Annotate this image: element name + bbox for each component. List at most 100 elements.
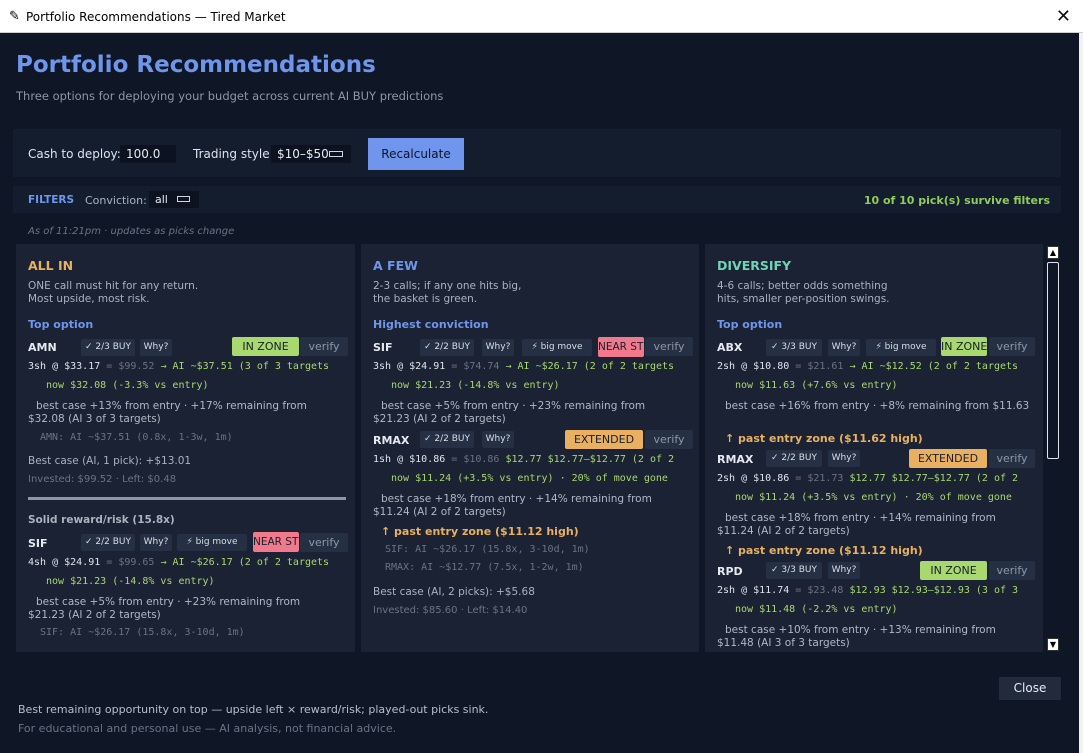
filters-label: FILTERS: [28, 194, 75, 206]
now-price: now $21.23 (-14.8% vs entry): [391, 380, 560, 391]
ai-detail: RMAX: AI ~$12.77 (7.5x, 1-2w, 1m): [385, 562, 584, 573]
buy-badge: ✓ 2/2 BUY: [81, 534, 135, 551]
shares-entry: 2sh @ $11.74: [717, 585, 790, 596]
ai-target: $12.77 $12.77–$12.77 (2 of 2: [505, 454, 675, 465]
disclaimer: For educational and personal use — AI an…: [18, 722, 397, 735]
near-stop-badge: NEAR STOP: [598, 337, 644, 357]
feather-icon: ✎: [9, 9, 20, 24]
column-title: A FEW: [373, 258, 418, 273]
shares-entry: 3sh @ $24.91: [373, 361, 446, 372]
ai-detail: SIF: AI ~$26.17 (15.8x, 3-10d, 1m): [385, 544, 590, 555]
verify-button[interactable]: verify: [989, 449, 1035, 468]
why-button[interactable]: Why?: [140, 339, 172, 356]
title-bar: ✎ Portfolio Recommendations — Tired Mark…: [0, 0, 1083, 33]
ticker: RPD: [717, 565, 743, 578]
section-label: Solid reward/risk (15.8x): [28, 514, 175, 526]
shares-entry: 2sh @ $10.86: [717, 473, 790, 484]
verify-button[interactable]: verify: [989, 561, 1035, 580]
conviction-value: all: [155, 193, 168, 206]
shares-entry: 3sh @ $33.17: [28, 361, 101, 372]
why-button[interactable]: Why?: [828, 339, 860, 356]
why-button[interactable]: Why?: [140, 534, 172, 551]
column-title: ALL IN: [28, 258, 74, 273]
past-entry-warning: ↑ past entry zone ($11.12 high): [381, 525, 579, 538]
now-price: now $32.08 (-3.3% vs entry): [46, 380, 209, 391]
why-button[interactable]: Why?: [482, 339, 514, 356]
status-badge: IN ZONE: [920, 561, 987, 580]
ticker: SIF: [373, 341, 393, 354]
ai-detail: SIF: AI ~$26.17 (15.8x, 3-10d, 1m): [40, 627, 245, 638]
status-badge: EXTENDED: [909, 449, 987, 468]
cost: = $99.65: [106, 557, 155, 568]
invested-left: Invested: $99.52 · Left: $0.48: [28, 474, 177, 485]
column-description: 2-3 calls; if any one hits big, the bask…: [373, 280, 522, 305]
close-icon[interactable]: ✕: [1056, 6, 1071, 27]
best-case-total: Best case (AI, 2 picks): +$5.68: [373, 586, 535, 598]
window-edge: [1079, 33, 1083, 753]
best-case-note: best case +18% from entry · +14% remaini…: [373, 493, 652, 518]
cost: = $23.48: [795, 585, 844, 596]
close-button[interactable]: Close: [999, 677, 1061, 700]
big-move-badge: ⚡ big move: [177, 534, 247, 551]
why-button[interactable]: Why?: [828, 450, 860, 467]
verify-button[interactable]: verify: [645, 337, 693, 356]
verify-button[interactable]: verify: [645, 430, 693, 449]
cost: = $21.73: [795, 473, 844, 484]
a-few-column: A FEW 2-3 calls; if any one hits big, th…: [361, 244, 699, 652]
now-price: now $11.24 (+3.5% vs entry) · 20% of mov…: [391, 473, 668, 484]
best-case-note: best case +5% from entry · +23% remainin…: [28, 596, 301, 621]
survive-count: 10 of 10 pick(s) survive filters: [863, 194, 1050, 207]
cash-input[interactable]: 100.0: [120, 145, 176, 163]
why-button[interactable]: Why?: [482, 431, 514, 448]
ai-target: → AI ~$26.17 (2 of 2 targets: [160, 557, 330, 568]
section-label: Top option: [717, 318, 783, 331]
shares-entry: 4sh @ $24.91: [28, 557, 101, 568]
style-select[interactable]: $10–$50: [271, 145, 351, 163]
best-case-note: best case +13% from entry · +17% remaini…: [28, 400, 307, 425]
conviction-select[interactable]: all: [149, 191, 199, 208]
section-label: Highest conviction: [373, 318, 489, 331]
best-case-note: best case +5% from entry · +23% remainin…: [373, 400, 646, 425]
why-button[interactable]: Why?: [828, 562, 860, 579]
status-badge: EXTENDED: [565, 430, 643, 449]
cost: = $74.74: [451, 361, 500, 372]
ticker: RMAX: [373, 434, 410, 447]
ticker: SIF: [28, 537, 48, 550]
dropdown-icon: [329, 151, 343, 157]
verify-button[interactable]: verify: [989, 337, 1035, 356]
scroll-up-icon[interactable]: ▲: [1047, 246, 1059, 259]
ticker: ABX: [717, 341, 743, 354]
verify-button[interactable]: verify: [300, 533, 348, 552]
big-move-badge: ⚡ big move: [866, 339, 936, 356]
ticker: AMN: [28, 341, 57, 354]
near-stop-badge: NEAR STOP: [253, 532, 299, 552]
past-entry-warning: ↑ past entry zone ($11.12 high): [725, 544, 923, 557]
column-description: 4-6 calls; better odds something hits, s…: [717, 280, 890, 305]
best-case-note: best case +10% from entry · +13% remaini…: [717, 624, 996, 649]
dropdown-icon: [177, 196, 190, 202]
as-of-timestamp: As of 11:21pm · updates as picks change: [28, 226, 235, 237]
buy-badge: ✓ 2/2 BUY: [766, 450, 822, 467]
past-entry-warning: ↑ past entry zone ($11.62 high): [725, 432, 923, 445]
cost: = $10.86: [451, 454, 500, 465]
style-label: Trading style:: [193, 147, 274, 161]
buy-badge: ✓ 3/3 BUY: [766, 562, 822, 579]
cash-label: Cash to deploy: $: [28, 147, 133, 161]
ai-detail: AMN: AI ~$37.51 (0.8x, 1-3w, 1m): [40, 432, 233, 443]
verify-button[interactable]: verify: [300, 337, 348, 356]
status-badge: IN ZONE: [232, 337, 299, 356]
best-case-note: best case +16% from entry · +8% remainin…: [725, 400, 1030, 412]
buy-badge: ✓ 3/3 BUY: [766, 339, 822, 356]
buy-badge: ✓ 2/3 BUY: [81, 339, 135, 356]
ai-target: → AI ~$26.17 (2 of 2 targets: [505, 361, 675, 372]
now-price: now $11.24 (+3.5% vs entry) · 20% of mov…: [735, 492, 1012, 503]
big-move-badge: ⚡ big move: [522, 339, 592, 356]
now-price: now $11.63 (+7.6% vs entry): [735, 380, 898, 391]
scroll-down-icon[interactable]: ▼: [1047, 638, 1059, 651]
best-case-total: Best case (AI, 1 pick): +$13.01: [28, 455, 192, 467]
buy-badge: ✓ 2/2 BUY: [420, 339, 474, 356]
recalculate-button[interactable]: Recalculate: [368, 138, 464, 170]
scrollbar-thumb[interactable]: [1047, 262, 1059, 459]
style-value: $10–$50: [277, 147, 329, 161]
buy-badge: ✓ 2/2 BUY: [420, 431, 474, 448]
